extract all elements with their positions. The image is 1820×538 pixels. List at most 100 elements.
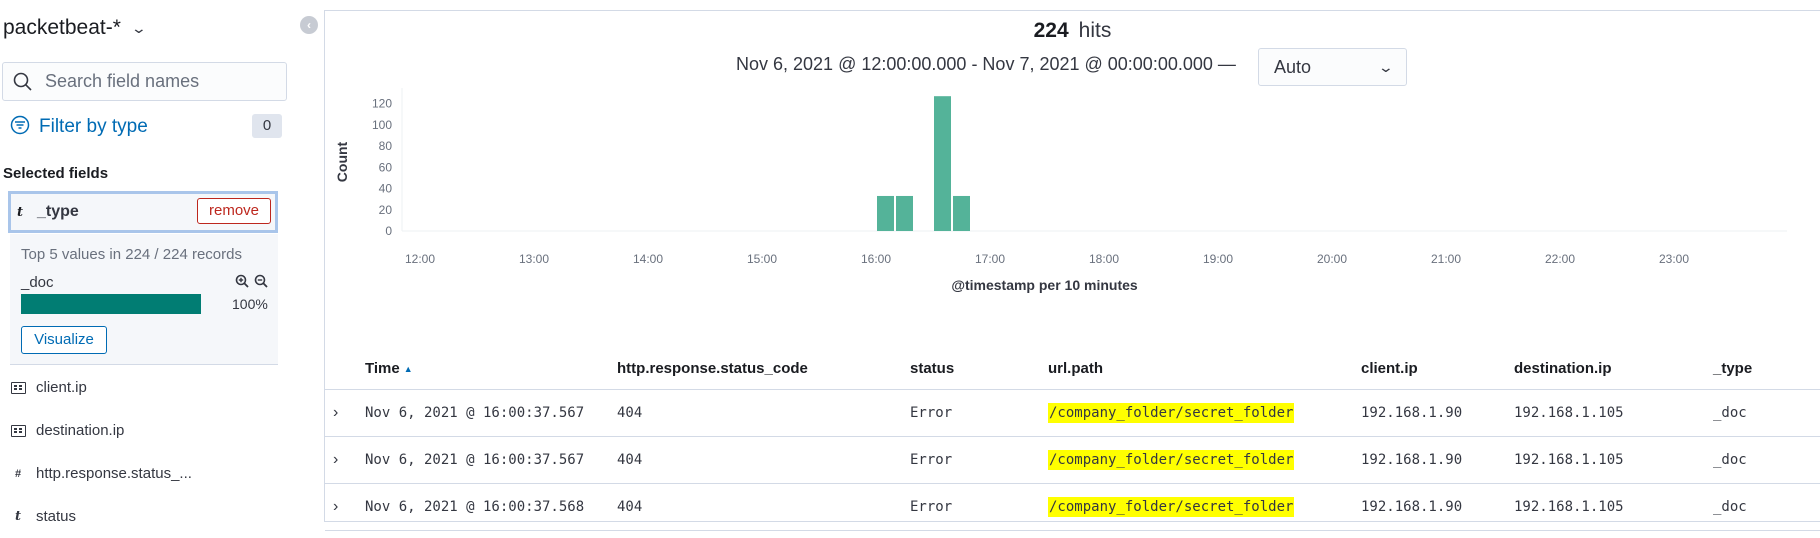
- table-header: Time ▲ http.response.status_code status u…: [325, 349, 1820, 390]
- filter-count-badge: 0: [252, 114, 282, 138]
- value-progress-bar: [21, 294, 201, 314]
- selected-field-name: _type: [37, 203, 79, 220]
- top-values-caption: Top 5 values in 224 / 224 records: [21, 246, 242, 263]
- field-item-http-response-status[interactable]: # http.response.status_...: [0, 452, 290, 495]
- y-tick-label: 20: [379, 203, 393, 217]
- field-item-client-ip[interactable]: client.ip: [0, 366, 290, 409]
- field-search-box: [2, 62, 287, 101]
- filter-by-type-button[interactable]: Filter by type 0: [10, 114, 282, 140]
- zoom-out-icon[interactable]: [254, 274, 268, 288]
- chevron-down-icon: ⌄: [130, 19, 148, 36]
- cell-url-path: /company_folder/secret_folder: [1048, 437, 1295, 483]
- histogram-bar: [896, 195, 913, 231]
- histogram-bar: [877, 195, 894, 231]
- cell-type: _doc: [1713, 499, 1747, 515]
- x-tick-label: 21:00: [1431, 252, 1461, 266]
- cell-url-path: /company_folder/secret_folder: [1048, 484, 1295, 530]
- cell-status-code: 404: [617, 405, 643, 421]
- x-tick-label: 13:00: [519, 252, 549, 266]
- selected-field-item[interactable]: t _type remove: [8, 191, 278, 233]
- cell-client-ip: 192.168.1.90: [1361, 499, 1463, 515]
- cell-destination-ip: 192.168.1.105: [1514, 499, 1624, 515]
- field-name: client.ip: [36, 379, 87, 396]
- ip-type-icon: [0, 424, 36, 437]
- filter-value-icons: [235, 274, 268, 291]
- main-panel: 224 hits Nov 6, 2021 @ 12:00:00.000 - Nov…: [324, 10, 1820, 531]
- x-tick-label: 19:00: [1203, 252, 1233, 266]
- cell-time: Nov 6, 2021 @ 16:00:37.567: [365, 405, 585, 421]
- cell-status-code: 404: [617, 452, 643, 468]
- x-tick-label: 15:00: [747, 252, 777, 266]
- column-header-url-path[interactable]: url.path: [1048, 349, 1103, 389]
- cell-url-path: /company_folder/secret_folder: [1048, 390, 1295, 436]
- x-tick-label: 22:00: [1545, 252, 1575, 266]
- x-tick-label: 12:00: [405, 252, 435, 266]
- column-header-time[interactable]: Time ▲: [365, 349, 413, 389]
- value-percent: 100%: [232, 296, 268, 312]
- highlighted-match: /company_folder/secret_folder: [1048, 497, 1295, 517]
- cell-type: _doc: [1713, 405, 1747, 421]
- field-name: destination.ip: [36, 422, 125, 439]
- column-header-destination-ip[interactable]: destination.ip: [1514, 349, 1612, 389]
- y-tick-label: 0: [385, 224, 392, 238]
- column-header-label: Time: [365, 360, 400, 377]
- field-name: status: [36, 508, 77, 525]
- value-progress-fill: [21, 294, 201, 314]
- column-header-client-ip[interactable]: client.ip: [1361, 349, 1418, 389]
- field-name: http.response.status_...: [36, 465, 192, 482]
- column-header-type[interactable]: _type: [1713, 349, 1752, 389]
- column-header-status[interactable]: status: [910, 349, 954, 389]
- ip-type-icon: [0, 381, 36, 394]
- expand-row-icon[interactable]: ›: [333, 484, 338, 530]
- visualize-button[interactable]: Visualize: [21, 326, 107, 354]
- highlighted-match: /company_folder/secret_folder: [1048, 403, 1295, 423]
- cell-destination-ip: 192.168.1.105: [1514, 452, 1624, 468]
- histogram-bar: [953, 195, 970, 231]
- cell-status: Error: [910, 452, 953, 468]
- string-type-icon: t: [17, 204, 24, 220]
- available-fields-list: client.ip destination.ip # http.response…: [0, 366, 290, 538]
- x-tick-label: 20:00: [1317, 252, 1347, 266]
- y-tick-label: 40: [379, 182, 393, 196]
- field-item-status[interactable]: t status: [0, 495, 290, 538]
- field-item-destination-ip[interactable]: destination.ip: [0, 409, 290, 452]
- x-axis-title: @timestamp per 10 minutes: [951, 277, 1138, 293]
- expand-row-icon[interactable]: ›: [333, 390, 338, 436]
- y-tick-label: 80: [379, 139, 393, 153]
- index-pattern-selector[interactable]: packetbeat-* ⌄: [3, 16, 148, 40]
- histogram-bar: [934, 96, 951, 231]
- cell-status: Error: [910, 499, 953, 515]
- top-value-name: _doc: [21, 274, 54, 291]
- cell-destination-ip: 192.168.1.105: [1514, 405, 1624, 421]
- sidebar: packetbeat-* ⌄ ‹ Filter by type 0 Select…: [0, 0, 322, 525]
- documents-table: Time ▲ http.response.status_code status u…: [325, 349, 1820, 531]
- highlighted-match: /company_folder/secret_folder: [1048, 450, 1295, 470]
- x-tick-label: 14:00: [633, 252, 663, 266]
- cell-time: Nov 6, 2021 @ 16:00:37.568: [365, 499, 585, 515]
- zoom-in-icon[interactable]: [235, 274, 249, 288]
- column-header-status-code[interactable]: http.response.status_code: [617, 349, 808, 389]
- cell-type: _doc: [1713, 452, 1747, 468]
- y-axis-title: Count: [334, 141, 350, 182]
- field-details-panel: Top 5 values in 224 / 224 records _doc 1…: [10, 234, 278, 365]
- histogram-chart[interactable]: 0 20 40 60 80 100 120 12:00 13:00 14:00 15:00 16:00…: [325, 11, 1820, 341]
- cell-status-code: 404: [617, 499, 643, 515]
- search-icon: [3, 72, 43, 92]
- index-pattern-label: packetbeat-*: [3, 16, 121, 39]
- x-tick-label: 23:00: [1659, 252, 1689, 266]
- y-tick-label: 120: [372, 97, 392, 111]
- remove-field-button[interactable]: remove: [197, 198, 271, 224]
- y-tick-label: 60: [379, 160, 393, 174]
- collapse-sidebar-icon[interactable]: ‹: [300, 16, 318, 34]
- cell-client-ip: 192.168.1.90: [1361, 405, 1463, 421]
- filter-by-type-label: Filter by type: [39, 116, 148, 137]
- cell-status: Error: [910, 405, 953, 421]
- y-tick-label: 100: [372, 118, 392, 132]
- number-type-icon: #: [14, 467, 22, 480]
- sort-ascending-icon[interactable]: ▲: [404, 364, 413, 374]
- expand-row-icon[interactable]: ›: [333, 437, 338, 483]
- x-tick-label: 16:00: [861, 252, 891, 266]
- cell-time: Nov 6, 2021 @ 16:00:37.567: [365, 452, 585, 468]
- field-search-input[interactable]: [43, 70, 277, 93]
- x-tick-label: 17:00: [975, 252, 1005, 266]
